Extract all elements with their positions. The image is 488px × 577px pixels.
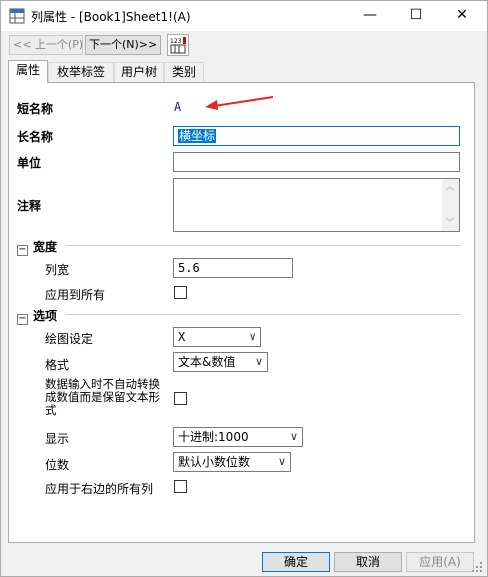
long-name-input[interactable]: 横坐标	[173, 126, 460, 146]
apply-to-all-label: 应用到所有	[45, 288, 106, 302]
short-name-label: 短名称	[17, 102, 54, 116]
minimize-button[interactable]: —	[347, 1, 393, 31]
next-column-button[interactable]: 下一个(N)>>	[85, 35, 161, 55]
long-name-value: 横坐标	[178, 129, 217, 143]
window-title: 列属性 - [Book1]Sheet1!(A)	[31, 10, 191, 24]
tab-categories[interactable]: 类别	[164, 62, 204, 82]
apply-right-label: 应用于右边的所有列	[45, 482, 154, 496]
width-section-header[interactable]: − 宽度	[17, 238, 57, 256]
display-select[interactable]: 十进制:1000 ∨	[173, 427, 303, 447]
chevron-down-icon: ∨	[249, 330, 256, 343]
format-select[interactable]: 文本&数值 ∨	[173, 352, 268, 372]
app-icon	[9, 8, 25, 24]
keep-text-checkbox[interactable]	[174, 392, 187, 405]
resize-grip-icon[interactable]	[470, 560, 484, 574]
options-section-header[interactable]: − 选项	[17, 307, 57, 325]
title-bar[interactable]: 列属性 - [Book1]Sheet1!(A) — ☐ ✕	[1, 1, 487, 31]
column-width-input[interactable]: 5.6	[173, 258, 293, 278]
plot-designation-select[interactable]: X ∨	[173, 327, 261, 347]
tab-user-tree[interactable]: 用户树	[114, 62, 164, 82]
section-divider	[66, 314, 460, 315]
section-divider	[66, 245, 460, 246]
column-width-label: 列宽	[45, 263, 70, 277]
short-name-value[interactable]: A	[174, 100, 181, 114]
keep-text-label: 数据输入时不自动转换 成数值而是保留文本形 式	[45, 377, 160, 417]
apply-to-all-checkbox[interactable]	[174, 286, 187, 299]
digits-label: 位数	[45, 458, 70, 472]
digits-select[interactable]: 默认小数位数 ∨	[173, 452, 291, 472]
chevron-down-icon: ∨	[289, 430, 298, 443]
maximize-button[interactable]: ☐	[393, 1, 439, 31]
apply-button[interactable]: 应用(A)	[406, 552, 474, 572]
chevron-down-icon: ∨	[277, 455, 286, 468]
ok-button[interactable]: 确定	[262, 552, 330, 572]
column-info-icon: 123	[170, 37, 186, 54]
annotation-arrow-icon	[205, 96, 274, 110]
scroll-up-icon[interactable]: ︿	[446, 181, 454, 192]
long-name-label: 长名称	[17, 130, 54, 144]
apply-right-checkbox[interactable]	[174, 480, 187, 493]
svg-text:123: 123	[170, 38, 182, 45]
tab-enum-labels[interactable]: 枚举标签	[48, 62, 114, 82]
close-button[interactable]: ✕	[439, 1, 485, 31]
comments-label: 注释	[17, 199, 42, 213]
units-label: 单位	[17, 156, 42, 170]
chevron-down-icon: ∨	[254, 355, 263, 368]
format-label: 格式	[45, 358, 70, 372]
tab-properties[interactable]: 属性	[8, 60, 48, 83]
plot-designation-label: 绘图设定	[45, 332, 94, 346]
scroll-down-icon[interactable]: ﹀	[446, 217, 454, 228]
cancel-button[interactable]: 取消	[334, 552, 402, 572]
comments-scrollbar[interactable]: ︿ ﹀	[442, 179, 459, 231]
units-input[interactable]	[173, 152, 460, 172]
display-label: 显示	[45, 432, 70, 446]
comments-textarea[interactable]	[173, 178, 460, 232]
column-info-button[interactable]: 123	[167, 34, 189, 56]
previous-column-button[interactable]: << 上一个(P)	[9, 35, 83, 55]
collapse-icon[interactable]: −	[17, 314, 28, 325]
collapse-icon[interactable]: −	[17, 245, 28, 256]
